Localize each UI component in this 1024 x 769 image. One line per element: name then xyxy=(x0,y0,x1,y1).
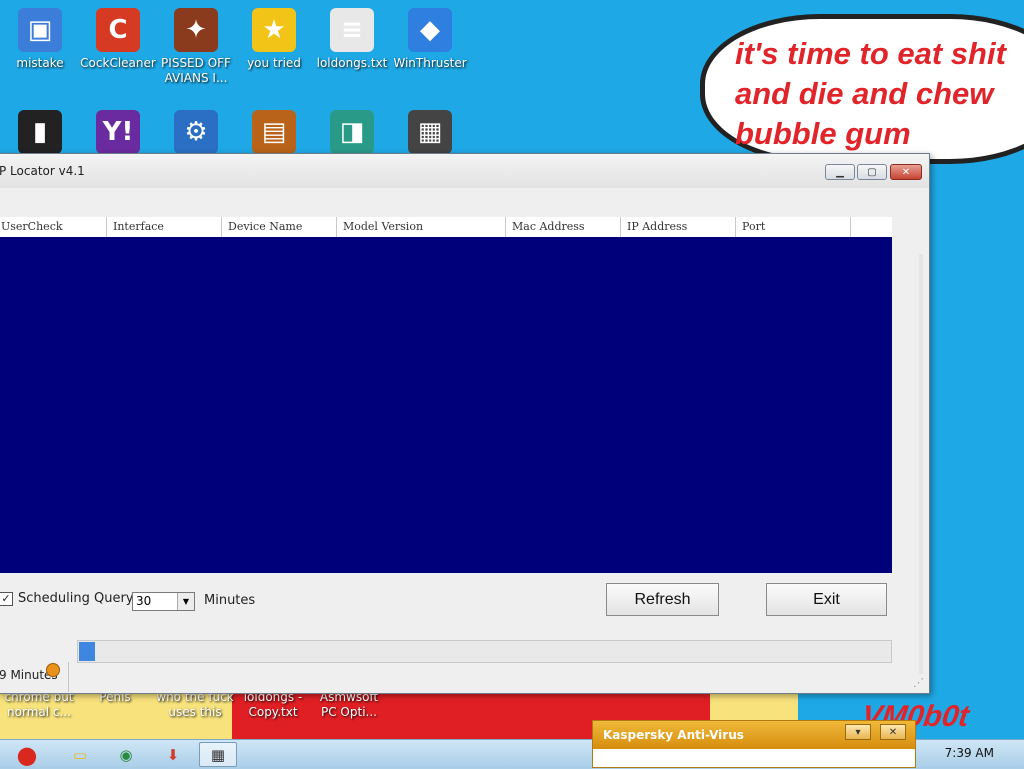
minutes-label: Minutes xyxy=(204,593,256,608)
loldongs-copy-label[interactable]: loldongs - Copy.txt xyxy=(234,690,312,720)
ip-locator-window: P Locator v4.1 ▁ ▢ ✕ UserCheck Interface D… xyxy=(0,153,930,694)
refresh-button[interactable]: Refresh xyxy=(606,583,719,616)
desktop-pissed-off-avians[interactable]: ✦ PISSED OFF AVIANS I... xyxy=(156,8,236,86)
minimize-button[interactable]: ▁ xyxy=(825,164,855,180)
control-panel-icon: ⚙ xyxy=(174,110,218,154)
resize-grip-icon[interactable]: ⋰ xyxy=(913,676,924,689)
cockcleaner-icon: C xyxy=(96,8,140,52)
download-icon[interactable]: ⬇ xyxy=(154,742,192,767)
mistake-icon: ▣ xyxy=(18,8,62,52)
column-header-port[interactable]: Port xyxy=(736,217,851,237)
column-header-interface[interactable]: Interface xyxy=(107,217,222,237)
title-bar[interactable]: P Locator v4.1 ▁ ▢ ✕ xyxy=(0,154,929,188)
column-header-device-name[interactable]: Device Name xyxy=(222,217,337,237)
desktop-icon-label: WinThruster xyxy=(393,56,467,70)
who-the-fuck-label[interactable]: who the fuck uses this xyxy=(156,690,234,720)
scheduling-checkbox[interactable]: ✓ xyxy=(0,591,13,606)
kaspersky-header: Kaspersky Anti-Virus ▾ ✕ xyxy=(593,721,915,749)
book-icon: ◨ xyxy=(330,110,374,154)
chrome-icon[interactable]: ◉ xyxy=(107,742,145,767)
column-header-mac-address[interactable]: Mac Address xyxy=(506,217,621,237)
desktop-book[interactable]: ◨ xyxy=(312,110,392,158)
column-header-usercheck[interactable]: UserCheck xyxy=(0,217,107,237)
speech-bubble-text: it's time to eat shit and die and chew b… xyxy=(735,36,1006,151)
scheduling-query: ✓ Scheduling Query : xyxy=(0,591,142,606)
desktop-cockcleaner[interactable]: C CockCleaner xyxy=(78,8,158,71)
desktop-yahoo-messenger[interactable]: Y! xyxy=(78,110,158,158)
kaspersky-dropdown-icon[interactable]: ▾ xyxy=(845,724,871,740)
column-header-ip-address[interactable]: IP Address xyxy=(621,217,736,237)
desktop-control-panel[interactable]: ⚙ xyxy=(156,110,236,158)
desktop-icon-label: CockCleaner xyxy=(80,56,156,70)
scheduling-interval-select[interactable]: 30 ▼ xyxy=(132,592,195,611)
column-header-model-version[interactable]: Model Version xyxy=(337,217,506,237)
desktop-recycle-bin[interactable]: ▮ xyxy=(0,110,80,158)
recycle-bin-icon: ▮ xyxy=(18,110,62,154)
rubiks-cube-icon: ▦ xyxy=(408,110,452,154)
progress-fill xyxy=(79,642,95,661)
desktop-icon-label: mistake xyxy=(16,56,64,70)
desktop-icon-label: loldongs.txt xyxy=(316,56,388,70)
desktop-briefcase[interactable]: ▤ xyxy=(234,110,314,158)
results-list[interactable] xyxy=(0,237,892,573)
list-header: UserCheck Interface Device Name Model Versi… xyxy=(0,217,892,238)
file-explorer-icon[interactable]: ▭ xyxy=(61,742,99,767)
exit-button[interactable]: Exit xyxy=(766,583,887,616)
desktop-winthruster[interactable]: ◆ WinThruster xyxy=(390,8,470,71)
chevron-down-icon[interactable]: ▼ xyxy=(177,593,194,610)
winthruster-icon: ◆ xyxy=(408,8,452,52)
chrome-but-normal-label[interactable]: chrome but normal c... xyxy=(0,690,78,720)
desktop-icon-label: you tried xyxy=(247,56,301,70)
kaspersky-close-icon[interactable]: ✕ xyxy=(880,724,906,740)
kaspersky-notification: Kaspersky Anti-Virus ▾ ✕ xyxy=(592,720,916,768)
desktop-loldongs-txt[interactable]: ≡ loldongs.txt xyxy=(312,8,392,71)
you-tried-icon: ★ xyxy=(252,8,296,52)
kaspersky-title: Kaspersky Anti-Virus xyxy=(603,728,744,742)
close-button[interactable]: ✕ xyxy=(890,164,922,180)
scheduling-label: Scheduling Query : xyxy=(18,591,142,606)
briefcase-icon: ▤ xyxy=(252,110,296,154)
desktop-rubiks-cube[interactable]: ▦ xyxy=(390,110,470,158)
window-edge xyxy=(919,254,923,674)
desktop-icon-label: PISSED OFF AVIANS I... xyxy=(161,56,231,85)
desktop-mistake[interactable]: ▣ mistake xyxy=(0,8,80,71)
yahoo-messenger-icon: Y! xyxy=(96,110,140,154)
angry-birds-start-icon[interactable]: ● xyxy=(4,741,50,769)
window-title: P Locator v4.1 xyxy=(0,164,85,178)
progress-bar xyxy=(77,640,892,663)
scheduling-interval-value: 30 xyxy=(136,594,152,608)
desktop-you-tried[interactable]: ★ you tried xyxy=(234,8,314,71)
ip-locator-taskbar-icon[interactable]: ▦ xyxy=(199,742,237,767)
maximize-button[interactable]: ▢ xyxy=(857,164,887,180)
busy-cursor-icon xyxy=(46,663,60,677)
taskbar-clock[interactable]: 7:39 AM xyxy=(945,746,994,760)
loldongs-txt-icon: ≡ xyxy=(330,8,374,52)
pissed-off-avians-icon: ✦ xyxy=(174,8,218,52)
status-divider xyxy=(68,662,69,692)
asmwsoft-label[interactable]: Asmwsoft PC Opti... xyxy=(310,690,388,720)
